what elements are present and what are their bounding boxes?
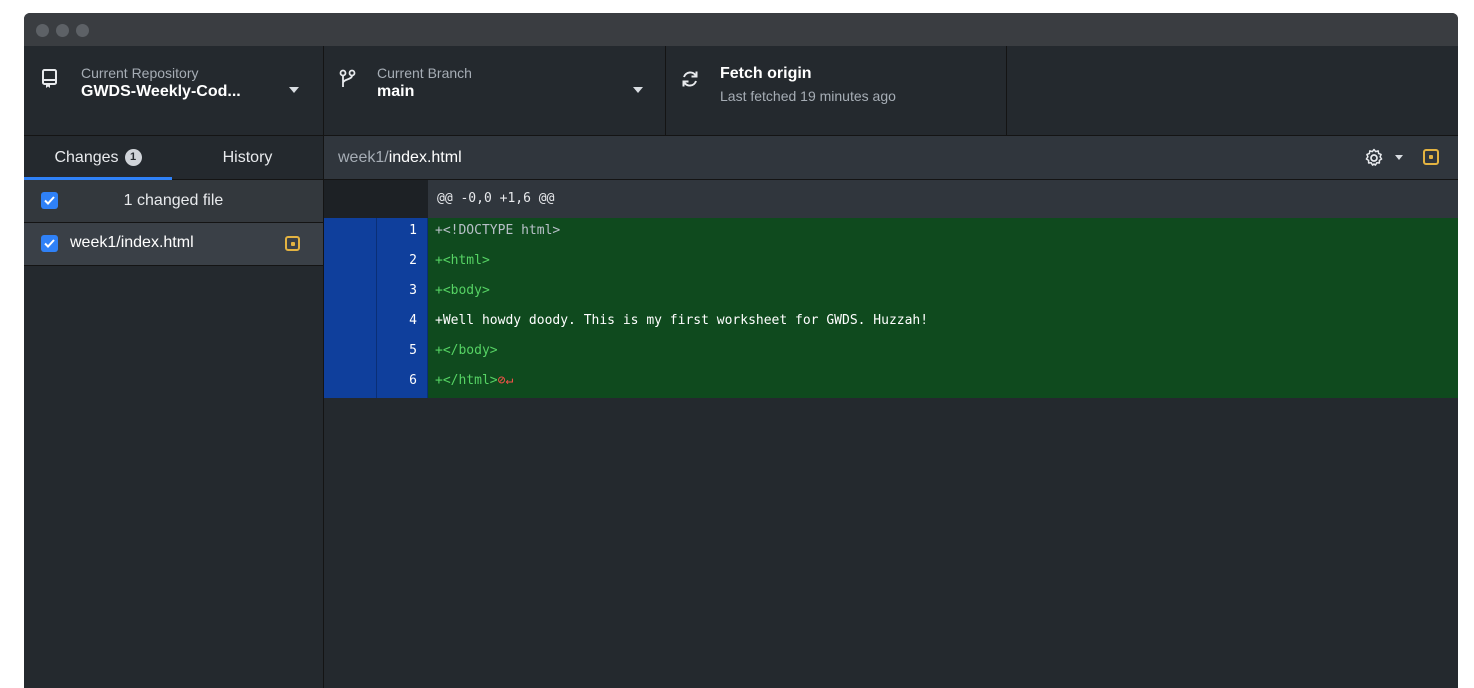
current-branch-dropdown[interactable]: Current Branch main xyxy=(324,46,666,135)
current-repository-dropdown[interactable]: Current Repository GWDS-Weekly-Cod... xyxy=(24,46,324,135)
diff-file-name: index.html xyxy=(388,149,462,166)
line-number: 1 xyxy=(409,223,417,238)
tab-changes[interactable]: Changes 1 xyxy=(24,136,172,180)
tab-history[interactable]: History xyxy=(172,136,323,179)
diff-line[interactable]: 3 +<body> xyxy=(324,278,1458,308)
diff-line-code: +<html> xyxy=(435,253,490,268)
line-number: 4 xyxy=(409,313,417,328)
diff-line[interactable]: 6 +</html>⊘↵ xyxy=(324,368,1458,398)
tab-changes-label: Changes xyxy=(54,149,119,166)
new-line-number: 4 xyxy=(377,308,428,338)
diff-line[interactable]: 1 +<!DOCTYPE html> xyxy=(324,218,1458,248)
zoom-window-button[interactable] xyxy=(76,24,89,37)
fetch-origin-subtitle: Last fetched 19 minutes ago xyxy=(720,88,896,104)
old-line-number xyxy=(324,218,377,248)
title-bar xyxy=(24,13,1458,46)
checkmark-icon xyxy=(44,239,55,248)
diff-line-code: +</html> xyxy=(435,373,498,388)
new-line-number: 6 xyxy=(377,368,428,398)
old-line-number xyxy=(324,248,377,278)
diff-view: @@ -0,0 +1,6 @@ 1 +<!DOCTYPE html> 2 +<h… xyxy=(324,180,1458,398)
hunk-header-row: @@ -0,0 +1,6 @@ xyxy=(324,180,1458,218)
toolbar: Current Repository GWDS-Weekly-Cod... Cu… xyxy=(24,46,1458,136)
hunk-gutter[interactable] xyxy=(324,180,428,218)
line-number: 2 xyxy=(409,253,417,268)
new-line-number: 1 xyxy=(377,218,428,248)
diff-line-code: +<body> xyxy=(435,283,490,298)
changes-count-badge: 1 xyxy=(124,149,142,166)
chevron-down-icon xyxy=(633,87,643,93)
diff-file-header: week1/index.html xyxy=(324,136,1458,180)
repo-icon xyxy=(42,69,57,88)
diff-line-code-wrapper: +</html>⊘↵ xyxy=(435,368,513,394)
file-modified-icon xyxy=(285,236,300,251)
tab-history-label: History xyxy=(222,149,273,166)
new-line-number: 2 xyxy=(377,248,428,278)
old-line-number xyxy=(324,308,377,338)
file-modified-icon xyxy=(1423,149,1439,165)
old-line-number xyxy=(324,338,377,368)
branch-icon xyxy=(339,69,356,87)
current-branch-label: Current Branch xyxy=(377,65,472,81)
diff-line-code: +</body> xyxy=(435,343,498,358)
sidebar: Changes 1 History 1 changed file week1/in… xyxy=(24,136,324,688)
new-line-number: 3 xyxy=(377,278,428,308)
gear-icon[interactable] xyxy=(1363,147,1385,169)
diff-line-code: +<!DOCTYPE html> xyxy=(435,223,561,238)
current-branch-value: main xyxy=(377,83,415,100)
line-number: 3 xyxy=(409,283,417,298)
minimize-window-button[interactable] xyxy=(56,24,69,37)
changed-files-header: 1 changed file xyxy=(24,180,323,223)
old-line-number xyxy=(324,368,377,398)
sidebar-tabs: Changes 1 History xyxy=(24,136,323,180)
chevron-down-icon[interactable] xyxy=(1395,155,1403,160)
new-line-number: 5 xyxy=(377,338,428,368)
hunk-header: @@ -0,0 +1,6 @@ xyxy=(437,191,555,206)
fetch-origin-title: Fetch origin xyxy=(720,65,812,82)
close-window-button[interactable] xyxy=(36,24,49,37)
diff-file-dir: week1/ xyxy=(338,149,389,166)
diff-line[interactable]: 2 +<html> xyxy=(324,248,1458,278)
chevron-down-icon xyxy=(289,87,299,93)
line-number: 5 xyxy=(409,343,417,358)
current-repository-label: Current Repository xyxy=(81,65,199,81)
diff-line-code: +Well howdy doody. This is my first work… xyxy=(435,313,929,328)
no-newline-icon: ⊘↵ xyxy=(497,373,514,388)
diff-panel: week1/index.html @@ -0,0 +1,6 @@ 1 +<!DO… xyxy=(324,136,1458,688)
file-include-checkbox[interactable] xyxy=(41,235,58,252)
diff-file-path: week1/index.html xyxy=(338,136,462,179)
old-line-number xyxy=(324,278,377,308)
line-number: 6 xyxy=(409,373,417,388)
changed-file-path: week1/index.html xyxy=(70,234,194,251)
changed-files-count: 1 changed file xyxy=(123,192,224,209)
changed-file-row[interactable]: week1/index.html xyxy=(24,223,323,266)
fetch-origin-button[interactable]: Fetch origin Last fetched 19 minutes ago xyxy=(666,46,1007,135)
app-window: Current Repository GWDS-Weekly-Cod... Cu… xyxy=(24,13,1458,688)
current-repository-value: GWDS-Weekly-Cod... xyxy=(81,83,241,100)
diff-line[interactable]: 4 +Well howdy doody. This is my first wo… xyxy=(324,308,1458,338)
sync-icon xyxy=(682,71,698,87)
diff-line[interactable]: 5 +</body> xyxy=(324,338,1458,368)
